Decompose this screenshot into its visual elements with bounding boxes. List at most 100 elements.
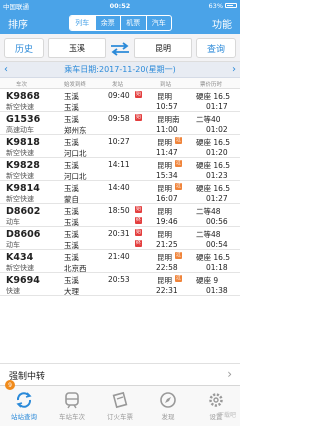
- ticket-price: 硬座 16.5: [196, 184, 231, 193]
- arrive-station: 昆明: [157, 207, 172, 216]
- tab-bus[interactable]: 汽车: [147, 16, 172, 30]
- header-origin: 始发到终: [64, 82, 87, 88]
- train-type: 新空快速: [6, 264, 34, 272]
- pass-tag: 过: [175, 183, 182, 190]
- arrive-station: 昆明: [157, 230, 172, 239]
- depart-station: 玉溪: [64, 184, 79, 193]
- train-number: K9814: [6, 183, 40, 194]
- trip-duration: 01:02: [206, 125, 228, 134]
- to-station-field[interactable]: 昆明: [134, 38, 192, 58]
- train-number: K9818: [6, 137, 40, 148]
- start-tag: 始: [135, 229, 142, 236]
- arrive-time: 21:25: [156, 240, 178, 249]
- train-type: 动车: [6, 241, 20, 249]
- chevron-left-icon[interactable]: ‹: [4, 64, 8, 75]
- depart-time: 09:40: [108, 91, 130, 100]
- arrive-time: 11:47: [156, 148, 178, 157]
- terminal-tag: 终: [135, 240, 142, 247]
- compass-icon: [160, 392, 176, 408]
- pass-tag: 过: [175, 275, 182, 282]
- depart-time: 14:11: [108, 160, 130, 169]
- history-button[interactable]: 历史: [4, 38, 44, 58]
- train-type: 新空快速: [6, 103, 34, 111]
- trip-duration: 01:38: [206, 286, 228, 295]
- ticket-icon: [112, 391, 128, 409]
- train-row[interactable]: K9868 新空快速 玉溪 玉溪 09:40 昆明 10:57 硬座 16.5 01:17 始: [0, 89, 240, 112]
- tab-flights[interactable]: 机票: [121, 16, 147, 30]
- clock: 00:52: [109, 1, 131, 10]
- train-row[interactable]: K9818 新空快速 玉溪 河口北 10:27 昆明 11:47 硬座 16.5 01:20 过: [0, 135, 240, 158]
- trip-duration: 01:18: [206, 263, 228, 272]
- train-number: K9694: [6, 275, 40, 286]
- trip-duration: 00:54: [206, 240, 228, 249]
- depart-time: 21:40: [108, 252, 130, 261]
- start-tag: 始: [135, 114, 142, 121]
- ticket-price: 硬座 16.5: [196, 161, 231, 170]
- tab-label: 发现: [161, 413, 175, 421]
- arrive-station: 昆明南: [157, 115, 180, 124]
- battery-icon: [225, 3, 237, 8]
- arrive-time: 22:58: [156, 263, 178, 272]
- chevron-right-icon[interactable]: ›: [232, 64, 236, 75]
- depart-station: 玉溪: [64, 253, 79, 262]
- sort-button[interactable]: 排序: [8, 16, 28, 31]
- train-type: 新空快速: [6, 172, 34, 180]
- trip-duration: 01:27: [206, 194, 228, 203]
- transfer-row[interactable]: 强制中转 ›: [0, 363, 240, 385]
- train-number: G1536: [6, 114, 41, 125]
- tab-trains[interactable]: 列车: [70, 16, 96, 30]
- depart-time: 09:58: [108, 114, 130, 123]
- train-number: D8602: [6, 206, 41, 217]
- tab-label: 车站车次: [59, 413, 85, 421]
- ticket-price: 硬座 9: [196, 276, 219, 285]
- from-station-field[interactable]: 玉溪: [48, 38, 106, 58]
- notification-badge[interactable]: 9: [5, 380, 15, 390]
- header-train: 车次: [16, 82, 28, 88]
- terminal-tag: 终: [135, 217, 142, 224]
- depart-station: 玉溪: [64, 138, 79, 147]
- arrive-station: 昆明: [157, 161, 172, 170]
- function-button[interactable]: 功能: [212, 16, 232, 31]
- trip-duration: 01:17: [206, 102, 228, 111]
- pass-tag: 过: [175, 252, 182, 259]
- ticket-price: 二等40: [196, 115, 221, 124]
- tab-station-trains[interactable]: 车站车次: [48, 386, 96, 426]
- refresh-icon: [16, 392, 32, 408]
- train-type: 新空快速: [6, 149, 34, 157]
- train-row[interactable]: D8602 动车 玉溪 玉溪 18:50 昆明 19:46 二等48 00:56 始终: [0, 204, 240, 227]
- tab-book-ticket[interactable]: 订火车票: [96, 386, 144, 426]
- nav-bar: 排序 列车 余票 机票 汽车 功能: [0, 11, 240, 34]
- tab-settings[interactable]: 设置: [192, 386, 240, 426]
- trip-duration: 01:23: [206, 171, 228, 180]
- chevron-right-icon: ›: [227, 367, 232, 381]
- depart-time: 14:40: [108, 183, 130, 192]
- depart-time: 10:27: [108, 137, 130, 146]
- tab-tickets-left[interactable]: 余票: [96, 16, 121, 30]
- train-row[interactable]: G1536 高速动车 玉溪 郑州东 09:58 昆明南 11:00 二等40 01:02 始: [0, 112, 240, 135]
- watermark-logo: 下载吧: [217, 412, 236, 419]
- arrive-time: 19:46: [156, 217, 178, 226]
- train-row[interactable]: K9828 新空快速 玉溪 河口北 14:11 昆明 15:34 硬座 16.5 01:23 过: [0, 158, 240, 181]
- train-row[interactable]: K9694 快速 玉溪 大理 20:53 昆明 22:31 硬座 9 01:38 过: [0, 273, 240, 296]
- tab-discover[interactable]: 发现: [144, 386, 192, 426]
- depart-time: 20:31: [108, 229, 130, 238]
- ticket-price: 二等48: [196, 207, 221, 216]
- ticket-price: 硬座 16.5: [196, 138, 231, 147]
- depart-station: 玉溪: [64, 92, 79, 101]
- train-type: 新空快速: [6, 195, 34, 203]
- ticket-price: 硬座 16.5: [196, 92, 231, 101]
- date-bar[interactable]: ‹ 乘车日期:2017-11-20(星期一) ›: [0, 62, 240, 78]
- start-tag: 始: [135, 91, 142, 98]
- depart-station: 玉溪: [64, 207, 79, 216]
- travel-date-label: 乘车日期:2017-11-20(星期一): [64, 65, 176, 74]
- train-row[interactable]: K434 新空快速 玉溪 北京西 21:40 昆明 22:58 硬座 16.5 01:18 过: [0, 250, 240, 273]
- train-icon: [65, 392, 79, 409]
- train-row[interactable]: D8606 动车 玉溪 玉溪 20:31 昆明 21:25 二等48 00:54 始终: [0, 227, 240, 250]
- query-button[interactable]: 查询: [196, 38, 236, 58]
- gear-icon: [209, 393, 223, 407]
- arrive-time: 11:00: [156, 125, 178, 134]
- tab-station-query[interactable]: 站站查询: [0, 386, 48, 426]
- train-row[interactable]: K9814 新空快速 玉溪 蒙自 14:40 昆明 16:07 硬座 16.5 01:27 过: [0, 181, 240, 204]
- swap-stations-icon[interactable]: [109, 41, 131, 56]
- arrive-time: 22:31: [156, 286, 178, 295]
